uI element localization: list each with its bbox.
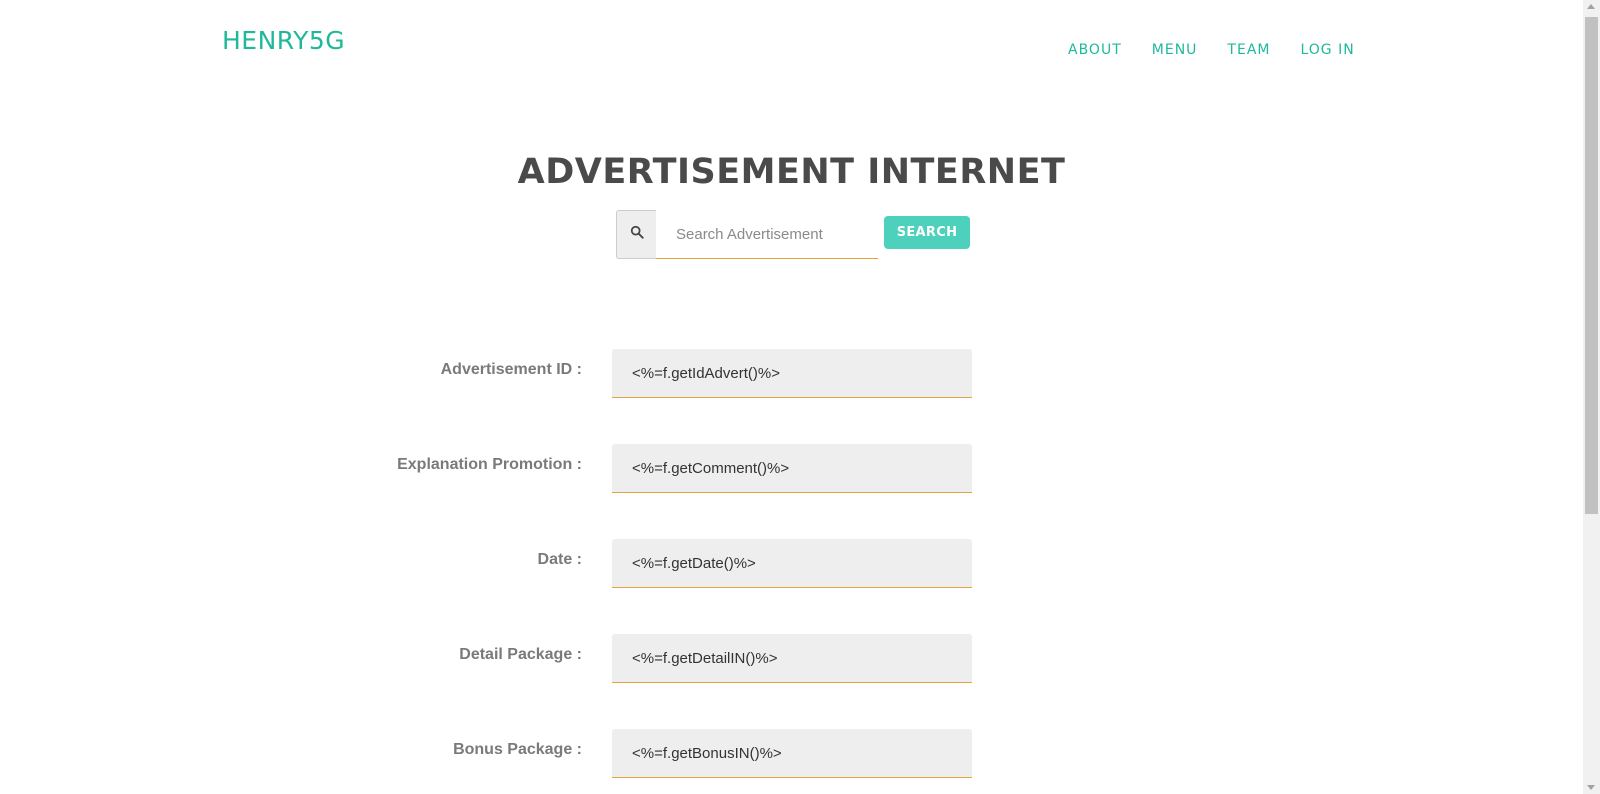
date-field[interactable]: <%=f.getDate()%>: [612, 539, 972, 588]
brand-logo[interactable]: HENRY5G: [222, 26, 345, 55]
bonus-package-field[interactable]: <%=f.getBonusIN()%>: [612, 729, 972, 778]
search-icon: [630, 225, 644, 244]
nav-login[interactable]: LOG IN: [1300, 42, 1354, 58]
field-label: Bonus Package :: [453, 741, 582, 758]
page-title: ADVERTISEMENT INTERNET: [517, 152, 1066, 192]
field-label: Detail Package :: [459, 646, 582, 663]
vertical-scrollbar[interactable]: [1583, 0, 1600, 794]
nav-about[interactable]: ABOUT: [1068, 42, 1122, 58]
scroll-up-icon[interactable]: [1587, 4, 1595, 9]
field-label: Date :: [537, 551, 582, 568]
search-bar: SEARCH: [616, 210, 970, 259]
nav-team[interactable]: TEAM: [1227, 42, 1270, 58]
detail-package-field[interactable]: <%=f.getDetailIN()%>: [612, 634, 972, 683]
search-input[interactable]: [656, 210, 878, 259]
nav-menu[interactable]: MENU: [1152, 42, 1198, 58]
search-addon: [616, 210, 656, 259]
explanation-promotion-field[interactable]: <%=f.getComment()%>: [612, 444, 972, 493]
top-nav: ABOUT MENU TEAM LOG IN: [1068, 42, 1385, 58]
field-label: Advertisement ID :: [440, 361, 582, 378]
field-label: Explanation Promotion :: [397, 456, 582, 473]
search-button[interactable]: SEARCH: [884, 216, 970, 249]
advertisement-id-field[interactable]: <%=f.getIdAdvert()%>: [612, 349, 972, 398]
page: HENRY5G ABOUT MENU TEAM LOG IN ADVERTISE…: [0, 0, 1583, 794]
scroll-down-icon[interactable]: [1587, 785, 1595, 790]
scroll-thumb[interactable]: [1585, 17, 1598, 514]
